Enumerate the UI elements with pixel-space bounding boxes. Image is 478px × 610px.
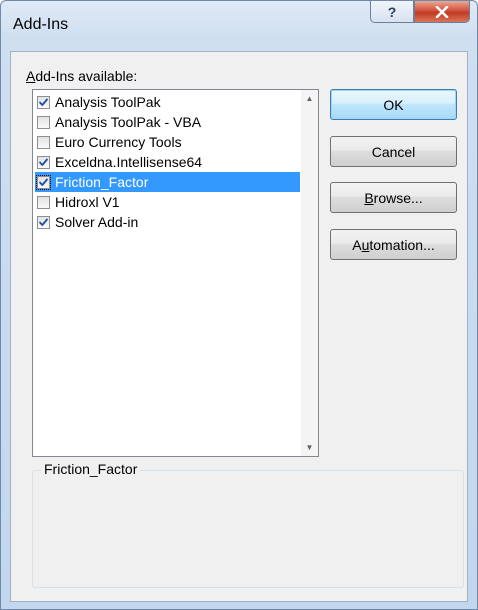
- list-item-label: Friction_Factor: [55, 174, 149, 190]
- dialog-body: Add-Ins available: Analysis ToolPak Analy…: [10, 51, 468, 602]
- automation-button[interactable]: Au tomation...: [330, 229, 457, 260]
- checkbox-unchecked-icon[interactable]: [37, 195, 50, 209]
- list-item-label: Euro Currency Tools: [55, 134, 182, 150]
- list-item-label: Solver Add-in: [55, 214, 139, 230]
- ok-button[interactable]: OK: [330, 89, 457, 120]
- checkbox-checked-icon[interactable]: [36, 174, 51, 190]
- list-item[interactable]: Analysis ToolPak: [35, 92, 300, 112]
- add-ins-list: Analysis ToolPak Analysis ToolPak - VBA Eu…: [35, 92, 300, 232]
- close-button[interactable]: [414, 1, 470, 23]
- list-item-label: Hidroxl V1: [55, 194, 120, 210]
- list-item-label: Exceldna.Intellisense64: [55, 154, 203, 170]
- close-icon: [435, 5, 449, 18]
- description-title: Friction_Factor: [41, 461, 141, 477]
- list-item-label: Analysis ToolPak: [55, 94, 161, 110]
- list-item[interactable]: Hidroxl V1: [35, 192, 300, 212]
- help-icon: ?: [387, 3, 397, 20]
- list-item-label: Analysis ToolPak - VBA: [55, 114, 202, 130]
- list-item[interactable]: Exceldna.Intellisense64: [35, 152, 300, 172]
- scroll-down-icon[interactable]: ▼: [301, 439, 318, 456]
- checkbox-checked-icon[interactable]: [37, 215, 50, 229]
- list-item[interactable]: Friction_Factor: [35, 172, 300, 192]
- add-ins-dialog: Add-Ins ? Add-Ins available: Analysis To…: [0, 0, 478, 610]
- description-groupbox: Friction_Factor: [32, 461, 464, 588]
- browse-button[interactable]: Browse...: [330, 182, 457, 213]
- checkbox-unchecked-icon[interactable]: [37, 115, 50, 129]
- vertical-scrollbar[interactable]: ▲ ▼: [301, 90, 318, 456]
- add-ins-listbox[interactable]: Analysis ToolPak Analysis ToolPak - VBA Eu…: [32, 89, 319, 457]
- scroll-up-icon[interactable]: ▲: [301, 90, 318, 107]
- checkbox-unchecked-icon[interactable]: [37, 135, 50, 149]
- cancel-button[interactable]: Cancel: [330, 136, 457, 167]
- add-ins-available-label: Add-Ins available:: [26, 68, 138, 84]
- checkbox-checked-icon[interactable]: [37, 155, 50, 169]
- dialog-title: Add-Ins: [13, 16, 69, 33]
- list-item[interactable]: Analysis ToolPak - VBA: [35, 112, 300, 132]
- title-bar[interactable]: Add-Ins ?: [1, 1, 477, 51]
- help-button[interactable]: ?: [370, 1, 414, 23]
- list-item[interactable]: Euro Currency Tools: [35, 132, 300, 152]
- checkbox-checked-icon[interactable]: [37, 95, 50, 109]
- list-item[interactable]: Solver Add-in: [35, 212, 300, 232]
